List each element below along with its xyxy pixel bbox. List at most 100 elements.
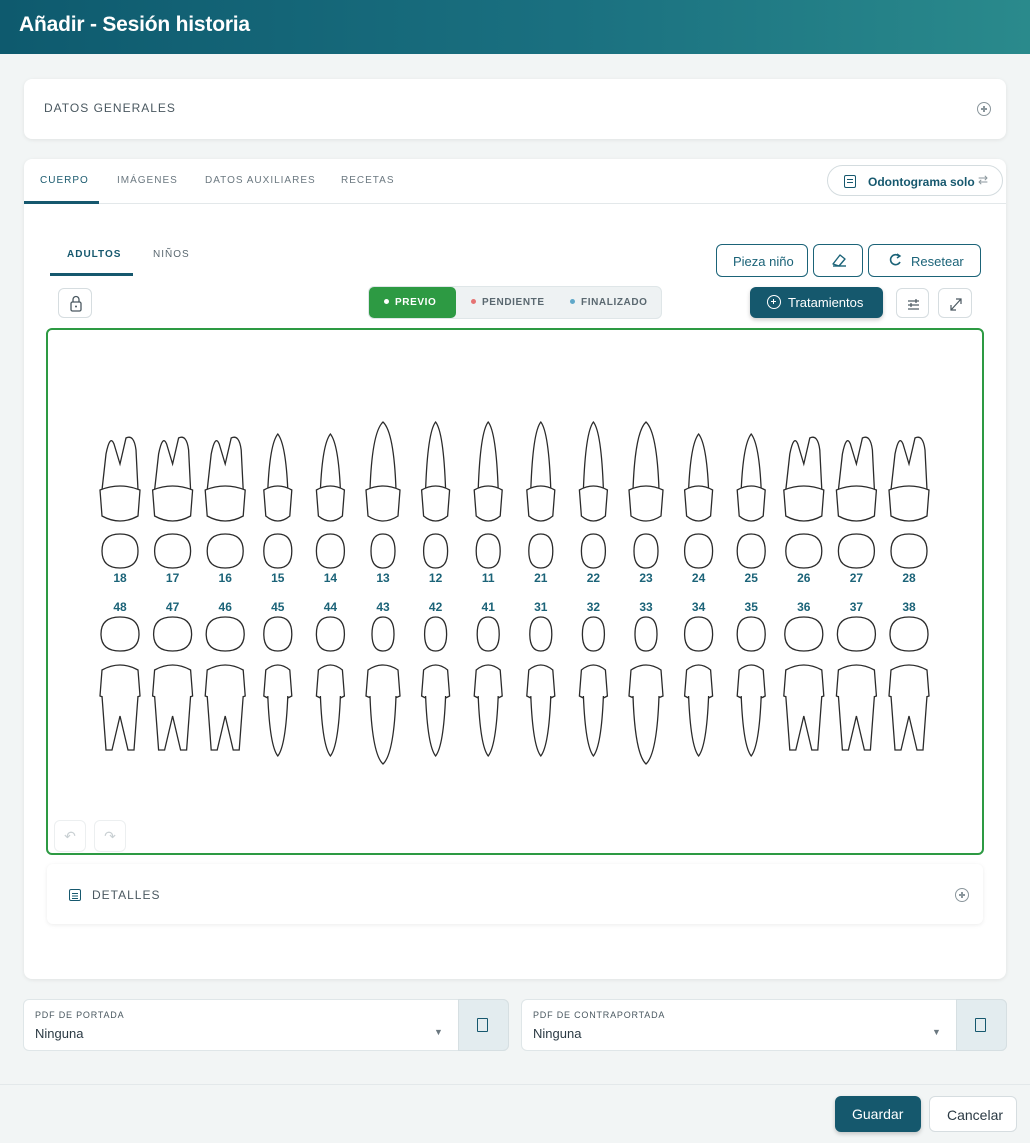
tooth-15[interactable] (263, 432, 293, 569)
tooth-22[interactable] (578, 420, 609, 569)
tooth-occlusal (529, 616, 553, 652)
tooth-number: 34 (692, 600, 706, 614)
tooth-number: 33 (639, 600, 653, 614)
redo-button[interactable]: ↷ (94, 820, 126, 852)
tooth-number: 14 (324, 571, 338, 585)
tooth-48[interactable] (99, 616, 141, 751)
tooth-42[interactable] (420, 616, 451, 758)
tooth-occlusal (633, 533, 659, 569)
tab-imagenes[interactable]: IMÁGENES (117, 175, 178, 186)
tooth-25[interactable] (736, 432, 766, 569)
tooth-45[interactable] (263, 616, 293, 758)
cancelar-button[interactable]: Cancelar (929, 1096, 1017, 1132)
tooth-47[interactable] (151, 616, 194, 751)
refresh-icon (889, 253, 902, 266)
page-title: Añadir - Sesión historia (19, 13, 250, 36)
tooth-43[interactable] (365, 616, 401, 765)
tooth-occlusal (476, 616, 500, 652)
tooth-18[interactable] (99, 436, 141, 569)
tooth-28[interactable] (888, 436, 930, 569)
tooth-number: 26 (797, 571, 811, 585)
tooth-root (153, 436, 192, 491)
chevron-down-icon: ▼ (434, 1027, 443, 1037)
tooth-root (369, 421, 397, 491)
tooth-occlusal (683, 616, 714, 652)
tooth-23[interactable] (628, 421, 664, 569)
eraser-button[interactable] (813, 244, 863, 277)
tooth-13[interactable] (365, 421, 401, 569)
finalizado-dot-icon (570, 299, 575, 304)
tooth-38[interactable] (888, 616, 930, 751)
tooth-12[interactable] (420, 420, 451, 569)
settings-button[interactable] (896, 288, 929, 318)
tab-cuerpo[interactable]: CUERPO (40, 175, 89, 186)
tooth-33[interactable] (628, 616, 664, 765)
tooth-number: 28 (902, 571, 916, 585)
tooth-occlusal (785, 533, 823, 569)
tooth-41[interactable] (473, 616, 503, 758)
status-pendiente[interactable]: PENDIENTE (471, 297, 545, 308)
fullscreen-button[interactable] (938, 288, 972, 318)
tooth-crown (683, 664, 714, 701)
subtab-ninos[interactable]: NIÑOS (153, 249, 190, 260)
tooth-11[interactable] (473, 420, 503, 569)
tooth-occlusal (683, 533, 714, 569)
tooth-number: 16 (219, 571, 233, 585)
tooth-27[interactable] (835, 436, 878, 569)
status-finalizado[interactable]: FINALIZADO (570, 297, 648, 308)
tooth-root (582, 420, 605, 491)
active-tab-indicator (24, 201, 99, 204)
guardar-button[interactable]: Guardar (835, 1096, 921, 1132)
tooth-32[interactable] (578, 616, 609, 758)
tooth-number: 24 (692, 571, 706, 585)
tooth-17[interactable] (151, 436, 194, 569)
tooth-number: 43 (376, 600, 390, 614)
tooth-root (632, 421, 660, 491)
lock-button[interactable] (58, 288, 92, 318)
tratamientos-button[interactable]: Tratamientos (750, 287, 883, 318)
tooth-occlusal (205, 616, 245, 652)
resetear-button[interactable]: Resetear (868, 244, 981, 277)
tooth-21[interactable] (526, 420, 556, 569)
tooth-crown (204, 485, 246, 522)
tooth-35[interactable] (736, 616, 766, 758)
detalles-panel[interactable]: DETALLES (47, 864, 983, 924)
tooth-number: 38 (902, 600, 916, 614)
tooth-number: 46 (219, 600, 233, 614)
pieza-nino-button[interactable]: Pieza niño (716, 244, 808, 277)
pdf-contraportada-select[interactable]: PDF DE CONTRAPORTADA Ninguna ▼ (521, 999, 1007, 1051)
status-previo[interactable]: PREVIO (384, 297, 436, 308)
tooth-44[interactable] (315, 616, 346, 758)
tooth-root (424, 695, 447, 758)
tooth-31[interactable] (526, 616, 556, 758)
datos-generales-panel[interactable]: DATOS GENERALES (24, 79, 1006, 139)
tooth-occlusal (101, 533, 139, 569)
tooth-26[interactable] (783, 436, 825, 569)
tooth-36[interactable] (783, 616, 825, 751)
tab-datos-auxiliares[interactable]: DATOS AUXILIARES (205, 175, 316, 186)
odontograma-solo-button[interactable]: Odontograma solo ⇄ (827, 165, 1003, 196)
tooth-16[interactable] (204, 436, 246, 569)
undo-button[interactable]: ↶ (54, 820, 86, 852)
expand-icon[interactable] (955, 888, 969, 902)
subtab-adultos[interactable]: ADULTOS (67, 249, 121, 260)
tab-recetas[interactable]: RECETAS (341, 175, 395, 186)
tooth-occlusal (784, 616, 824, 652)
tooth-number: 22 (587, 571, 601, 585)
tooth-14[interactable] (315, 432, 346, 569)
pdf-portada-select[interactable]: PDF DE PORTADA Ninguna ▼ (23, 999, 509, 1051)
tooth-crown (683, 485, 714, 522)
status-finalizado-label: FINALIZADO (581, 297, 648, 308)
tooth-root (477, 695, 499, 758)
tooth-24[interactable] (683, 432, 714, 569)
tooth-number: 36 (797, 600, 811, 614)
pdf-portada-preview-button[interactable] (458, 999, 509, 1051)
expand-icon[interactable] (977, 102, 991, 116)
status-pendiente-label: PENDIENTE (482, 297, 545, 308)
tooth-37[interactable] (835, 616, 878, 751)
tooth-number: 25 (745, 571, 759, 585)
tooth-34[interactable] (683, 616, 714, 758)
pdf-contraportada-value: Ninguna (533, 1026, 582, 1041)
tooth-46[interactable] (204, 616, 246, 751)
pdf-contraportada-preview-button[interactable] (956, 999, 1007, 1051)
